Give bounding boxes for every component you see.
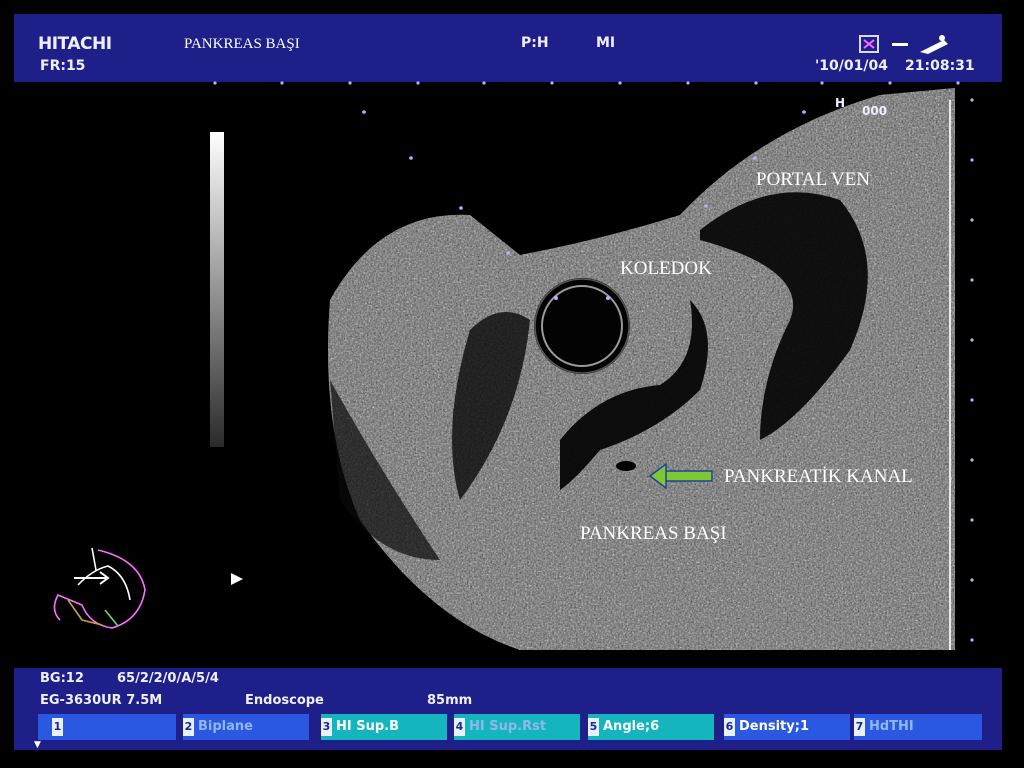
label-koledok: KOLEDOK (620, 258, 712, 279)
softkey-hi-sup-rst[interactable]: 4 HI Sup.Rst (454, 714, 580, 740)
scroll-down-icon: ▼ (34, 740, 41, 750)
softkey-hdthi[interactable]: 7 HdTHI (854, 714, 982, 740)
gain-readout: BG:12 (40, 671, 84, 686)
softkey-bar: ▼ 1 2 Biplane 3 HI Sup.B 4 HI Sup.Rst 5 Angl… (34, 714, 982, 750)
label-portal-ven: PORTAL VEN (756, 169, 870, 190)
probe-model: EG-3630UR 7.5M (40, 693, 163, 708)
softkey-density[interactable]: 6 Density;1 (724, 714, 850, 740)
label-pankreatik-kanal: PANKREATİK KANAL (724, 466, 913, 487)
softkey-biplane[interactable]: 2 Biplane (183, 714, 309, 740)
depth-readout: 85mm (427, 693, 473, 708)
tissue-texture (328, 88, 955, 650)
exam-type: Endoscope (245, 693, 324, 708)
softkey-hi-sup-b[interactable]: 3 HI Sup.B (321, 714, 447, 740)
label-pankreas-basi: PANKREAS BAŞI (580, 523, 727, 544)
softkey-1[interactable]: ▼ 1 (34, 714, 176, 750)
softkey-angle[interactable]: 5 Angle;6 (588, 714, 714, 740)
h-value: 000 (862, 104, 888, 118)
preset-readout: 65/2/2/0/A/5/4 (117, 671, 219, 686)
body-mark-icon (53, 547, 146, 629)
h-marker: H (835, 96, 846, 110)
focus-marker-icon (231, 573, 243, 585)
probe-ring (534, 278, 630, 374)
grayscale-bar-icon (210, 132, 224, 447)
depth-dots-top (213, 81, 960, 85)
